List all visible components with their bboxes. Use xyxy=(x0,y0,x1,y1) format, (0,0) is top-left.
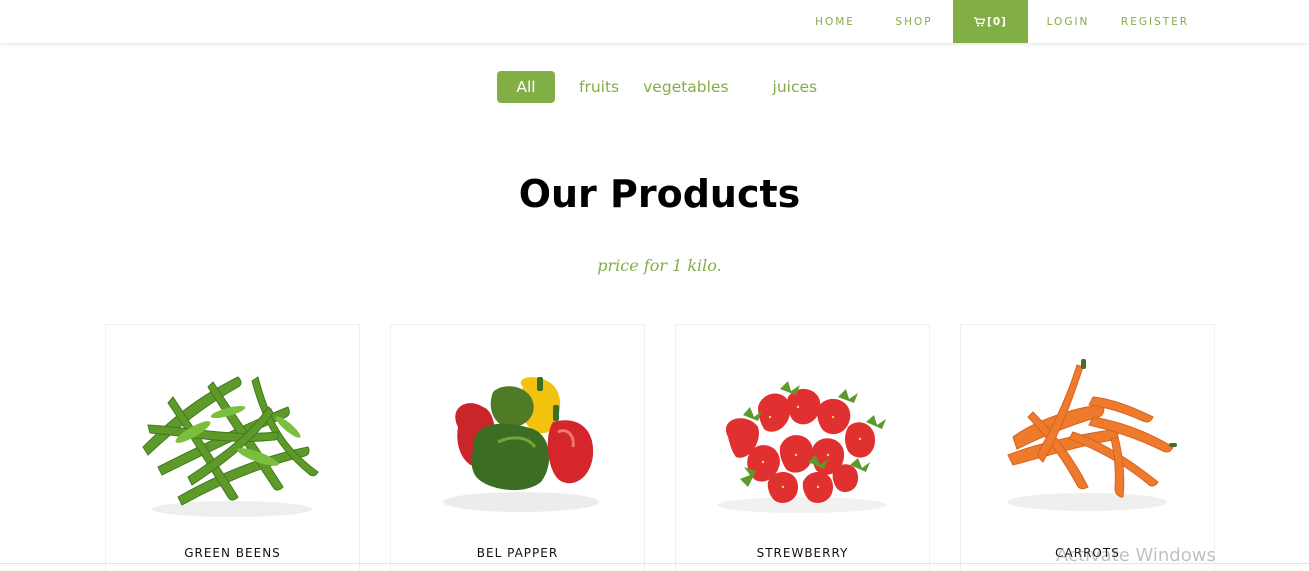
cart-icon xyxy=(974,16,986,26)
section-title: Our Products xyxy=(518,172,801,216)
nav-cart-button[interactable]: [0] xyxy=(953,0,1028,43)
product-name: BEL PAPPER xyxy=(476,546,559,560)
cart-count: [0] xyxy=(987,15,1007,28)
filter-fruits[interactable]: fruits xyxy=(579,71,619,103)
product-name: GREEN BEENS xyxy=(184,546,281,560)
nav-shop[interactable]: SHOP xyxy=(875,0,953,43)
product-card-strawberry[interactable]: STREWBERRY xyxy=(675,324,930,571)
product-card-carrots[interactable]: CARROTS xyxy=(960,324,1215,571)
bell-pepper-image xyxy=(443,377,599,512)
page-divider xyxy=(0,563,1309,564)
nav-menu: HOME SHOP [0] LOGIN REGISTER xyxy=(795,0,1202,43)
carrots-image xyxy=(1007,359,1177,511)
category-filters: All fruits vegetables juices xyxy=(497,71,817,103)
filter-juices[interactable]: juices xyxy=(773,71,818,103)
product-card-green-beans[interactable]: GREEN BEENS xyxy=(105,324,360,571)
product-name: CARROTS xyxy=(1055,546,1120,560)
green-beans-image xyxy=(142,376,319,517)
filter-vegetables[interactable]: vegetables xyxy=(643,71,728,103)
filter-all[interactable]: All xyxy=(497,71,555,103)
product-card-bell-pepper[interactable]: BEL PAPPER xyxy=(390,324,645,571)
section-subtitle: price for 1 kilo. xyxy=(597,256,722,275)
strawberry-image xyxy=(717,381,887,513)
nav-login[interactable]: LOGIN xyxy=(1028,0,1108,43)
product-name: STREWBERRY xyxy=(756,546,849,560)
nav-register[interactable]: REGISTER xyxy=(1108,0,1202,43)
nav-home[interactable]: HOME xyxy=(795,0,875,43)
top-navbar: HOME SHOP [0] LOGIN REGISTER xyxy=(0,0,1309,43)
